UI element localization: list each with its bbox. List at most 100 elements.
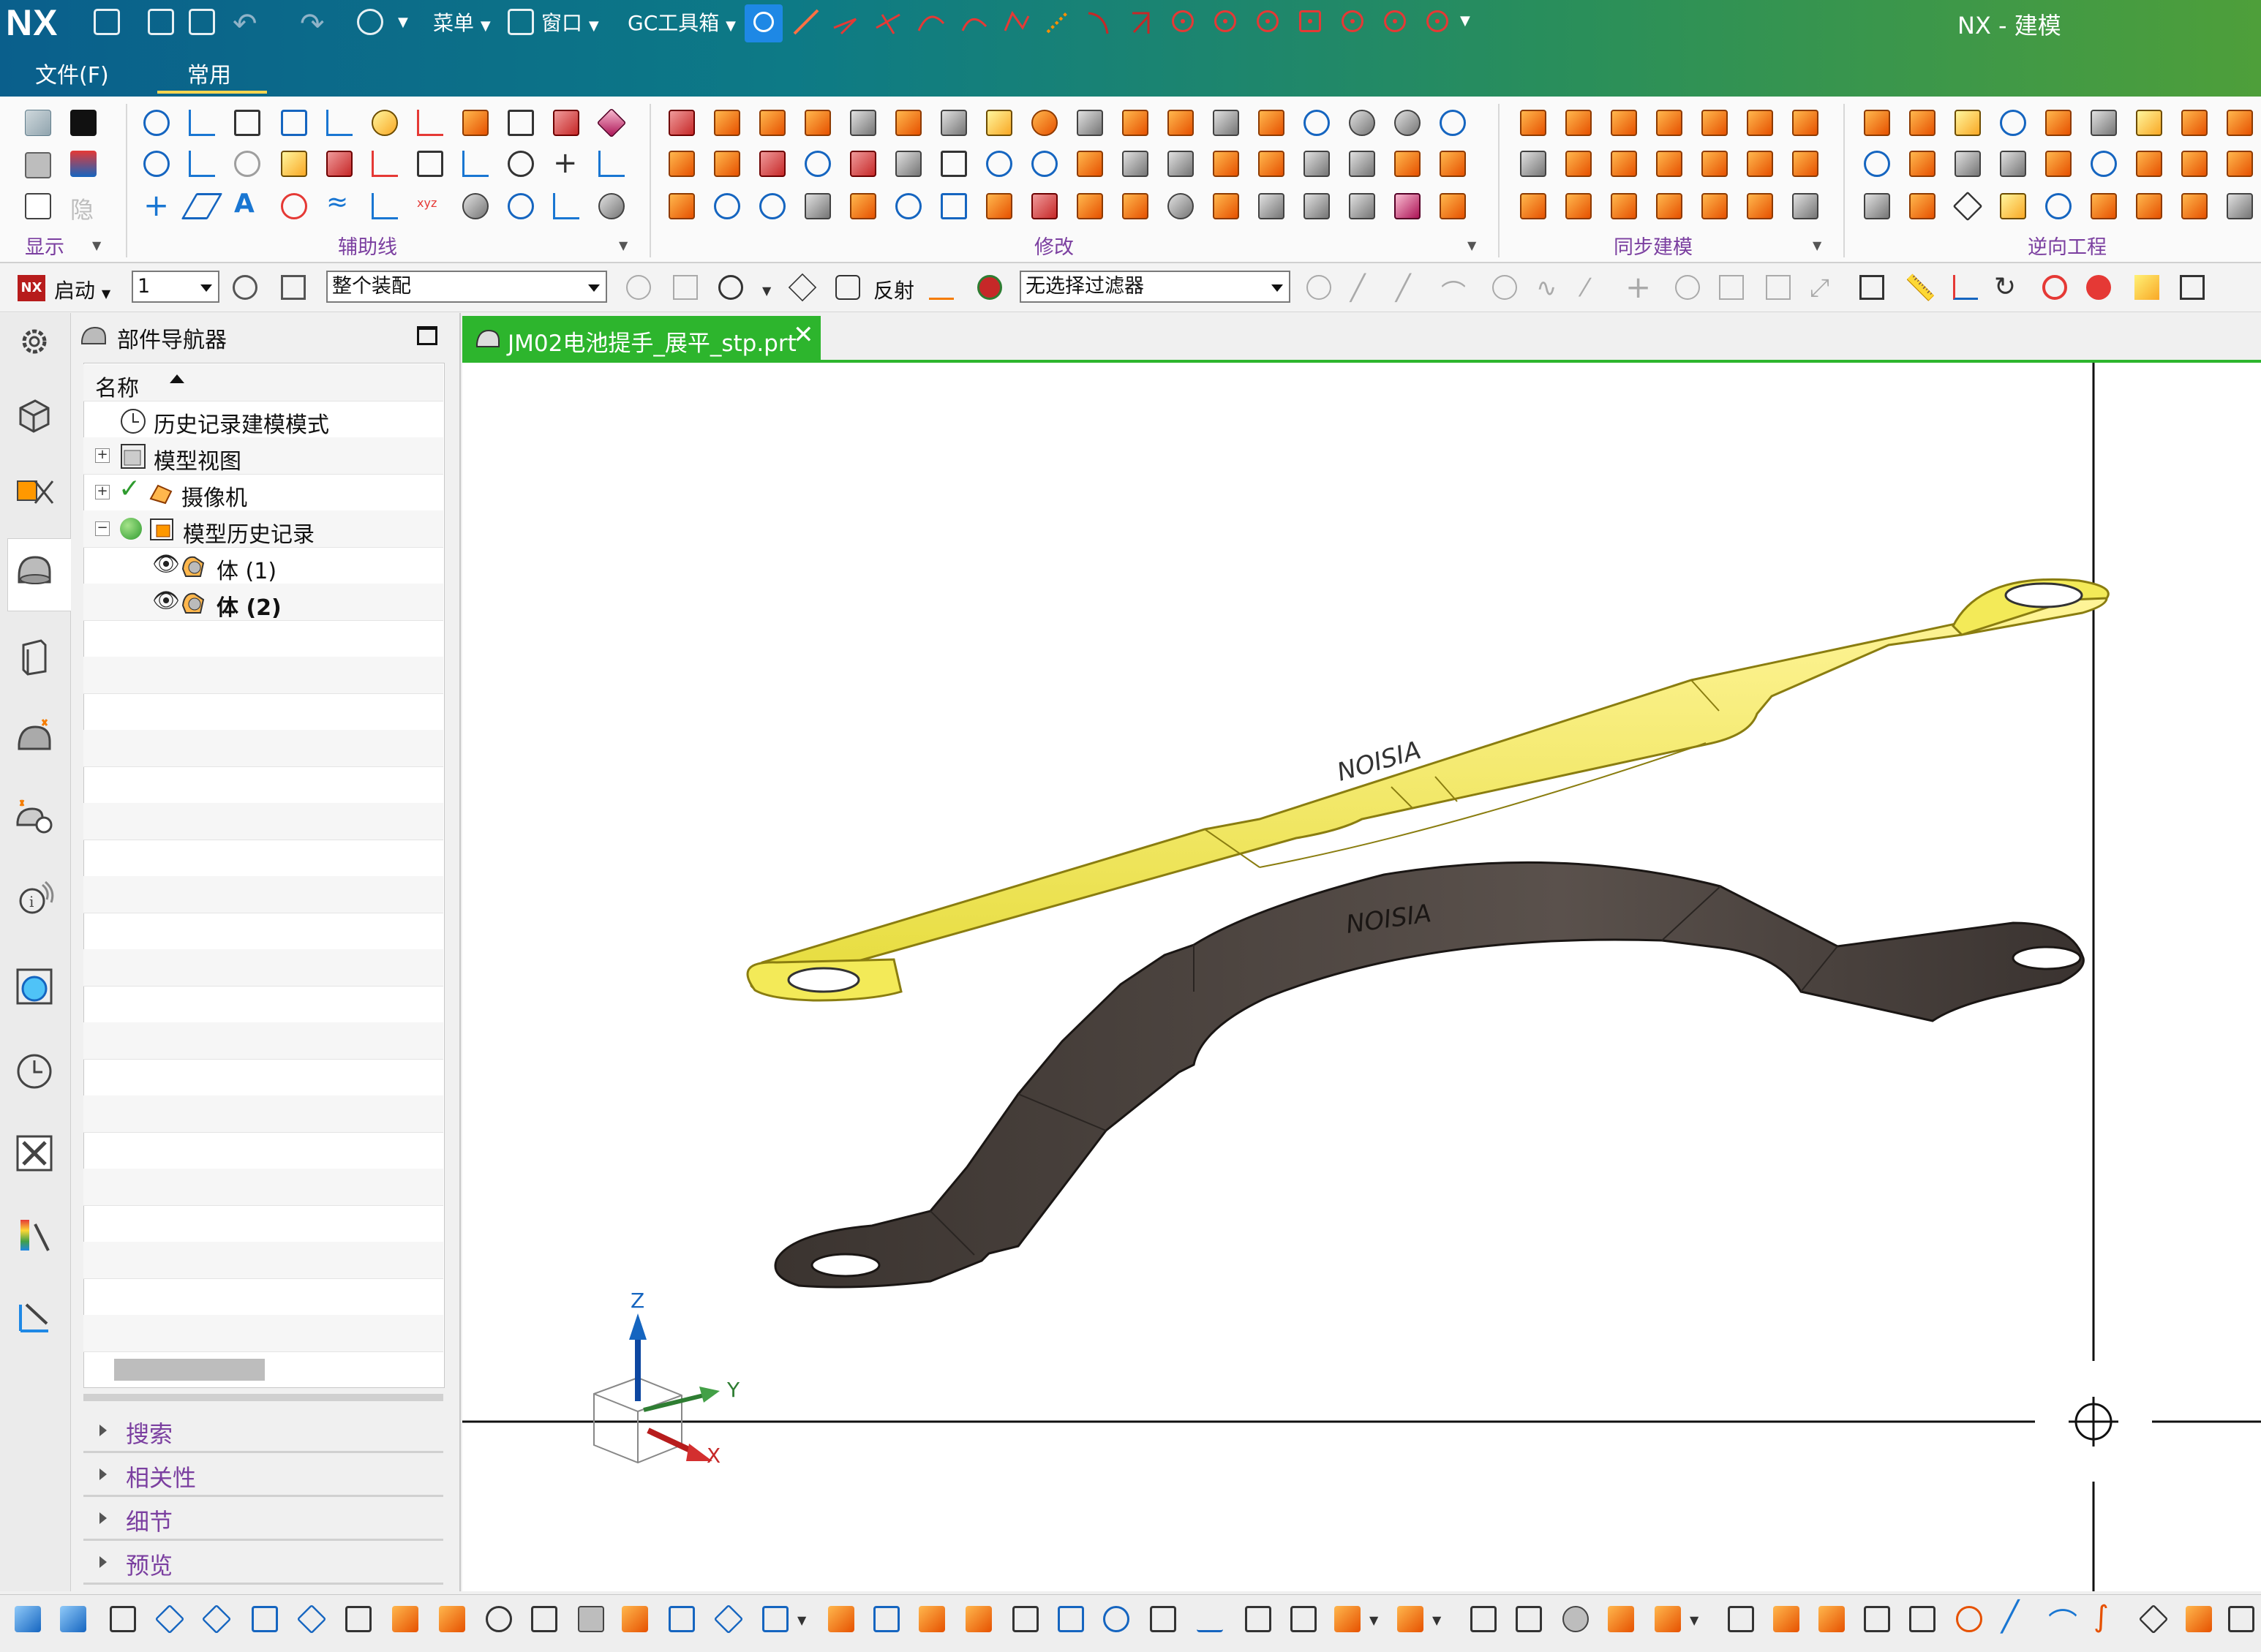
modify-icon-13[interactable]: [1213, 110, 1239, 136]
aux-line-icon-24[interactable]: ≈: [326, 187, 348, 217]
snap-point-icon[interactable]: [718, 275, 743, 300]
start-button[interactable]: 启动 ▼: [54, 275, 110, 304]
black-color-icon[interactable]: [70, 110, 97, 136]
aux-line-icon-8[interactable]: [462, 110, 489, 136]
collapse-icon[interactable]: −: [95, 521, 110, 536]
modify-icon-18[interactable]: [1440, 110, 1466, 136]
modify-icon-53[interactable]: [1394, 193, 1421, 219]
view-icon-21[interactable]: [966, 1606, 992, 1632]
touch-mode-icon[interactable]: [357, 9, 383, 35]
modify-icon-46[interactable]: [1077, 193, 1103, 219]
reverse-icon-9[interactable]: [2227, 110, 2253, 136]
more-chevron-icon[interactable]: ▼: [1460, 13, 1470, 29]
circle-3pt-icon[interactable]: [1384, 10, 1406, 32]
section-dependencies[interactable]: 相关性: [83, 1454, 443, 1497]
chevron-down-icon[interactable]: ▼: [398, 15, 408, 30]
snap-tangent-icon[interactable]: ⁄: [1583, 274, 1587, 303]
edit-object-display-icon[interactable]: [70, 151, 97, 177]
aux-line-icon-1[interactable]: [143, 110, 170, 136]
modify-icon-14[interactable]: [1258, 110, 1284, 136]
modify-icon-32[interactable]: [1258, 151, 1284, 177]
measure-icon[interactable]: 📏: [1905, 274, 1935, 303]
view-icon-1[interactable]: [15, 1606, 41, 1632]
view-icon-6[interactable]: [252, 1606, 278, 1632]
modify-icon-19[interactable]: [669, 151, 695, 177]
document-tab[interactable]: JM02电池提手_展平_stp.prt ✕: [462, 316, 821, 361]
reverse-icon-1[interactable]: [1864, 110, 1890, 136]
reverse-icon-8[interactable]: [2181, 110, 2208, 136]
view-icon-25[interactable]: [1150, 1606, 1176, 1632]
sync-icon-5[interactable]: [1701, 110, 1728, 136]
modify-icon-36[interactable]: [1440, 151, 1466, 177]
arc-icon[interactable]: ⌒: [2048, 1600, 2077, 1642]
modify-icon-10[interactable]: [1077, 110, 1103, 136]
snap-intersection-icon[interactable]: +: [1625, 269, 1651, 305]
sync-icon-17[interactable]: [1611, 193, 1637, 219]
tree-row-model-views[interactable]: + 模型视图: [83, 437, 443, 475]
modify-icon-49[interactable]: [1213, 193, 1239, 219]
save-icon[interactable]: [94, 9, 120, 35]
tree-row-body-1[interactable]: 👁 体 (1): [83, 547, 443, 584]
modify-icon-43[interactable]: [941, 193, 967, 219]
gear-icon[interactable]: [13, 320, 56, 363]
web-browser-icon[interactable]: [13, 796, 56, 838]
modify-icon-7[interactable]: [941, 110, 967, 136]
sync-icon-11[interactable]: [1656, 151, 1682, 177]
snap-arc-icon[interactable]: [1675, 275, 1700, 300]
aux-line-icon-28[interactable]: [508, 193, 534, 219]
snap-face-icon[interactable]: [1719, 275, 1744, 300]
view-icon-15[interactable]: [669, 1606, 695, 1632]
analysis-color-icon[interactable]: [13, 1214, 56, 1256]
view-icon-33[interactable]: [1562, 1606, 1589, 1632]
view-icon-2[interactable]: [60, 1606, 86, 1632]
modify-icon-23[interactable]: [850, 151, 876, 177]
view-icon-39[interactable]: [1864, 1606, 1890, 1632]
modify-more-icon[interactable]: ▼: [1467, 238, 1476, 252]
tree-row-body-2[interactable]: 👁 体 (2): [83, 584, 443, 621]
sync-icon-21[interactable]: [1792, 193, 1818, 219]
sync-icon-1[interactable]: [1520, 110, 1546, 136]
aux-line-icon-26[interactable]: xyz: [417, 196, 437, 210]
reverse-icon-4[interactable]: [2000, 110, 2026, 136]
coordinate-triad[interactable]: Z Y X: [593, 1289, 740, 1468]
window-icon[interactable]: [508, 9, 534, 35]
aux-line-icon-27[interactable]: [462, 193, 489, 219]
aux-line-icon-9[interactable]: [508, 110, 534, 136]
view-icon-3[interactable]: [110, 1606, 136, 1632]
snap-pole-icon[interactable]: [1766, 275, 1791, 300]
circle-arc-icon[interactable]: [1342, 10, 1363, 32]
reverse-icon-13[interactable]: [2000, 151, 2026, 177]
reverse-icon-26[interactable]: [2181, 193, 2208, 219]
modify-icon-28[interactable]: [1077, 151, 1103, 177]
modify-icon-3[interactable]: [759, 110, 786, 136]
circle-tangent-icon[interactable]: [1257, 10, 1279, 32]
view-icon-23[interactable]: [1058, 1606, 1084, 1632]
line-icon[interactable]: ╱: [2001, 1600, 2019, 1634]
sync-icon-16[interactable]: [1565, 193, 1592, 219]
view-icon-31[interactable]: [1470, 1606, 1497, 1632]
sync-icon-6[interactable]: [1747, 110, 1773, 136]
aux-line-icon-25[interactable]: [372, 193, 398, 219]
modify-icon-51[interactable]: [1303, 193, 1330, 219]
reverse-icon-25[interactable]: [2136, 193, 2162, 219]
modify-icon-33[interactable]: [1303, 151, 1330, 177]
modify-icon-21[interactable]: [759, 151, 786, 177]
aux-line-icon-16[interactable]: [326, 151, 353, 177]
aux-line-icon-19[interactable]: [462, 151, 489, 177]
section-preview[interactable]: 预览: [83, 1542, 443, 1585]
reverse-icon-15[interactable]: [2091, 151, 2117, 177]
aux-line-icon-14[interactable]: [234, 151, 260, 177]
filter-status-icon[interactable]: [977, 275, 1002, 300]
layer-number-combo[interactable]: 1: [132, 271, 219, 303]
aux-line-icon-17[interactable]: [372, 151, 398, 177]
view-icon-27[interactable]: [1245, 1606, 1271, 1632]
modify-icon-17[interactable]: [1394, 110, 1421, 136]
view-icon-29[interactable]: [1334, 1606, 1361, 1632]
modify-icon-4[interactable]: [805, 110, 831, 136]
model-scene[interactable]: NOISIA NOISIA Z Y X: [462, 363, 2261, 1591]
aux-line-icon-6[interactable]: [372, 110, 398, 136]
snap-chevron-icon[interactable]: ▼: [762, 284, 771, 298]
checkmark-icon[interactable]: ✓: [118, 474, 140, 504]
snap-quadrant-icon[interactable]: ∿: [1536, 274, 1557, 303]
modify-icon-20[interactable]: [714, 151, 740, 177]
